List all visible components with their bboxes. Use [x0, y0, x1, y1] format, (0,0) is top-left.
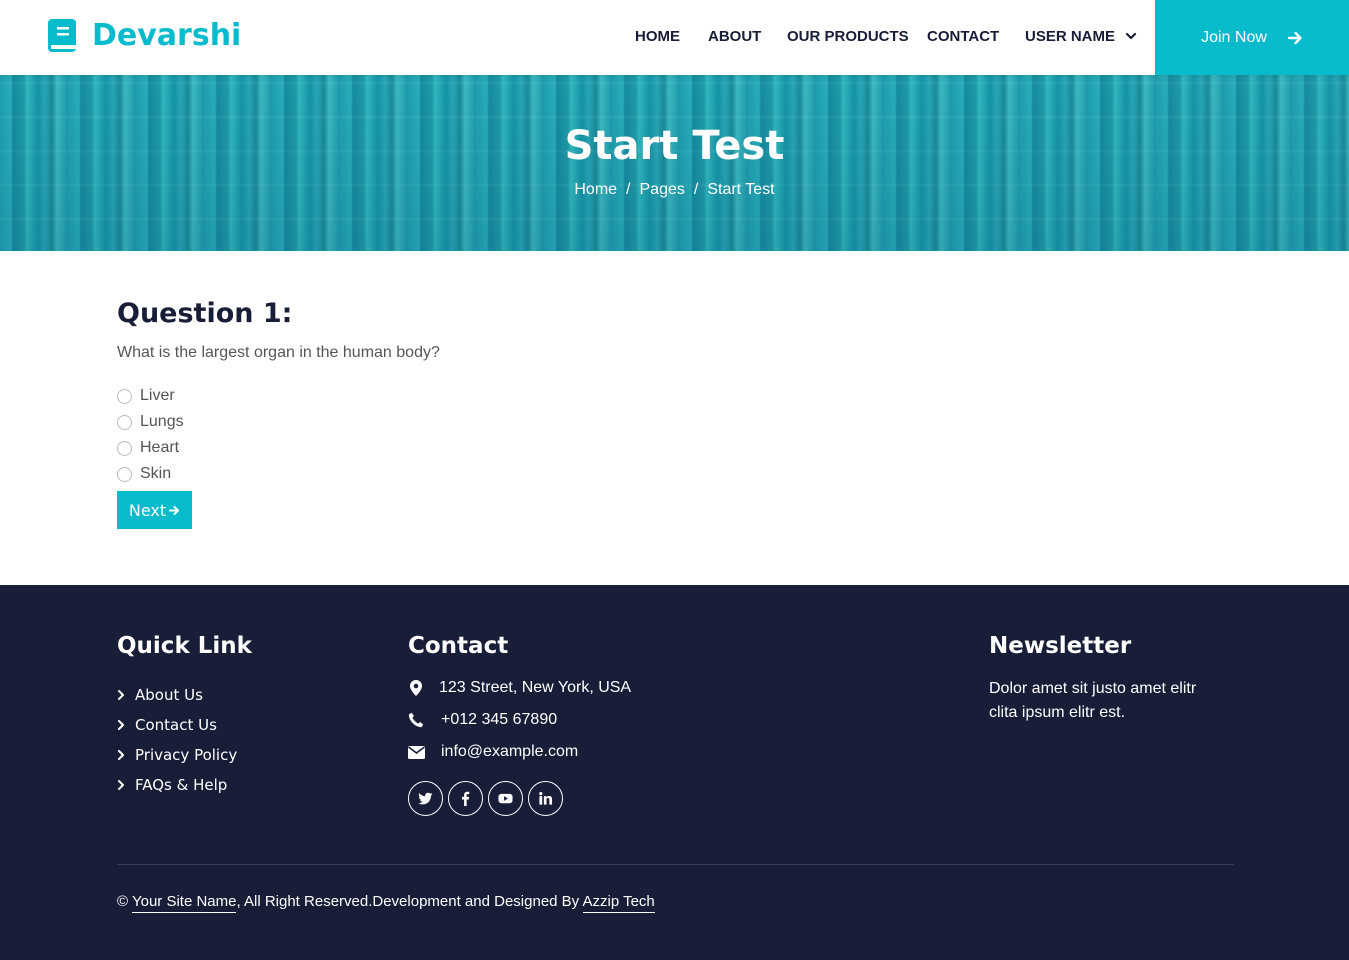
social-links [408, 781, 568, 816]
quick-link-about-us[interactable]: About Us [117, 680, 237, 710]
newsletter-heading: Newsletter [989, 633, 1132, 659]
join-now-button[interactable]: Join Now [1155, 0, 1349, 75]
next-label: Next [128, 500, 167, 520]
footer: Quick Link About Us Contact Us Privacy P… [0, 585, 1349, 960]
quick-link-label: Contact Us [135, 716, 217, 734]
phone-icon [407, 712, 425, 728]
envelope-icon [407, 744, 425, 760]
arrow-right-icon [169, 505, 180, 515]
page-header-banner: Start Test Home / Pages / Start Test [0, 75, 1349, 251]
linkedin-link[interactable] [528, 781, 563, 816]
footer-divider [117, 864, 1234, 865]
copyright: © Your Site Name, All Right Reserved.Dev… [117, 893, 655, 913]
radio-button[interactable] [117, 414, 132, 430]
contact-heading: Contact [408, 633, 509, 659]
radio-button[interactable] [117, 388, 132, 404]
quick-link-label: Privacy Policy [135, 746, 238, 764]
brand-logo[interactable]: Devarshi [48, 18, 241, 53]
linkedin-icon [539, 792, 553, 805]
option-heart[interactable]: Heart [117, 435, 184, 461]
user-name-label: USER NAME [1025, 28, 1116, 45]
nav-user-dropdown[interactable]: USER NAME [1025, 28, 1137, 45]
breadcrumb-separator: / [693, 181, 699, 198]
phone-text: +012 345 67890 [441, 711, 558, 728]
option-label: Heart [140, 439, 180, 456]
next-button[interactable]: Next [117, 491, 192, 529]
contact-email: info@example.com [407, 743, 578, 761]
copyright-symbol: © [117, 893, 129, 910]
quick-link-list: About Us Contact Us Privacy Policy FAQs … [117, 680, 237, 800]
page-title: Start Test [564, 123, 785, 169]
newsletter-text: Dolor amet sit justo amet elitr clita ip… [989, 680, 1197, 721]
copyright-text: , All Right Reserved.Development and Des… [236, 893, 580, 910]
option-label: Liver [140, 387, 175, 404]
navbar: Devarshi HOME ABOUT OUR PRODUCTS CONTACT… [0, 0, 1349, 75]
arrow-right-icon [1287, 31, 1302, 44]
brand-name: Devarshi [92, 18, 242, 53]
youtube-icon [498, 793, 513, 804]
chevron-right-icon [118, 690, 124, 700]
answer-options: Liver Lungs Heart Skin [117, 383, 184, 487]
nav-about[interactable]: ABOUT [708, 28, 761, 45]
quick-link-privacy-policy[interactable]: Privacy Policy [117, 740, 237, 770]
quick-link-faqs-help[interactable]: FAQs & Help [117, 770, 237, 800]
designer-link[interactable]: Azzip Tech [582, 893, 655, 913]
quick-link-label: FAQs & Help [135, 776, 228, 794]
join-now-label: Join Now [1201, 28, 1267, 46]
breadcrumb-current: Start Test [707, 181, 775, 198]
nav-contact[interactable]: CONTACT [927, 28, 999, 45]
nav-home[interactable]: HOME [635, 28, 680, 45]
breadcrumb: Home / Pages / Start Test [0, 181, 1349, 199]
email-text: info@example.com [441, 743, 579, 760]
chevron-right-icon [118, 780, 124, 790]
chevron-down-icon [1126, 32, 1137, 40]
option-label: Lungs [140, 413, 184, 430]
contact-address: 123 Street, New York, USA [407, 679, 631, 697]
chevron-right-icon [118, 720, 124, 730]
breadcrumb-pages[interactable]: Pages [640, 181, 685, 198]
quick-link-heading: Quick Link [117, 633, 252, 659]
site-name-link[interactable]: Your Site Name [131, 893, 237, 913]
option-label: Skin [140, 465, 172, 482]
quick-link-contact-us[interactable]: Contact Us [117, 710, 237, 740]
radio-button[interactable] [117, 466, 132, 482]
address-text: 123 Street, New York, USA [439, 679, 632, 696]
option-skin[interactable]: Skin [117, 461, 184, 487]
chevron-right-icon [118, 750, 124, 760]
map-marker-icon [407, 680, 425, 696]
nav-our-products[interactable]: OUR PRODUCTS [787, 28, 909, 45]
book-icon [48, 19, 76, 52]
twitter-link[interactable] [408, 781, 443, 816]
breadcrumb-separator: / [626, 181, 631, 198]
option-lungs[interactable]: Lungs [117, 409, 184, 435]
option-liver[interactable]: Liver [117, 383, 184, 409]
twitter-icon [418, 792, 433, 805]
radio-button[interactable] [117, 440, 132, 456]
facebook-icon [461, 791, 470, 806]
question-text: What is the largest organ in the human b… [117, 344, 440, 361]
youtube-link[interactable] [488, 781, 523, 816]
breadcrumb-home[interactable]: Home [574, 181, 617, 198]
facebook-link[interactable] [448, 781, 483, 816]
question-title: Question 1: [117, 298, 293, 329]
quick-link-label: About Us [135, 686, 203, 704]
contact-phone: +012 345 67890 [407, 711, 557, 729]
